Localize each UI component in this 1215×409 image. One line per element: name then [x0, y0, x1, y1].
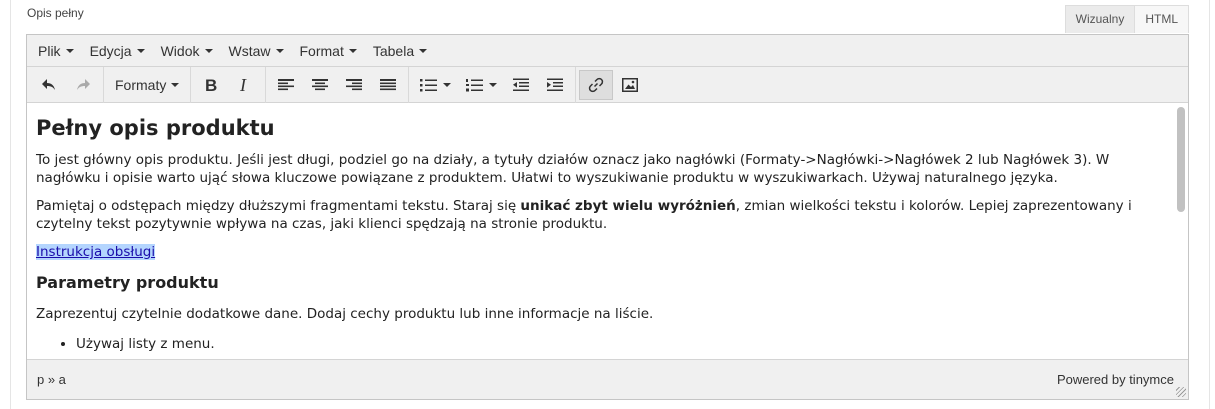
align-justify-icon: [380, 78, 397, 90]
align-center-icon: [312, 78, 329, 90]
caret-down-icon: [204, 48, 213, 53]
bold-text: unikać zbyt wielu wyróżnień: [520, 198, 736, 214]
list-item: Używaj listy z menu.: [76, 335, 1158, 353]
menu-view[interactable]: Widok: [153, 37, 221, 65]
redo-button[interactable]: [66, 70, 100, 100]
content-paragraph: To jest główny opis produktu. Jeśli jest…: [36, 152, 1110, 186]
link-button[interactable]: [579, 69, 614, 100]
content-heading: Pełny opis produktu: [36, 116, 275, 140]
resize-handle-icon[interactable]: [1176, 387, 1186, 397]
caret-down-icon: [488, 82, 497, 87]
element-path[interactable]: p » a: [37, 372, 66, 387]
menu-file[interactable]: Plik: [30, 37, 82, 65]
manual-link[interactable]: Instrukcja obsługi: [36, 244, 156, 260]
menu-file-label: Plik: [38, 42, 61, 59]
italic-icon: I: [239, 77, 247, 93]
content-paragraph: Zaprezentuj czytelnie dodatkowe dane. Do…: [36, 306, 654, 322]
align-right-button[interactable]: [337, 70, 371, 100]
numbered-list-button[interactable]: [458, 70, 504, 100]
menu-view-label: Widok: [160, 42, 200, 59]
italic-button[interactable]: I: [228, 70, 262, 100]
paragraph-text: Pamiętaj o odstępach między dłuższymi fr…: [36, 198, 521, 214]
content-paragraph: Instrukcja obsługi: [36, 243, 1158, 261]
editor-content[interactable]: Pełny opis produktu To jest główny opis …: [27, 103, 1188, 361]
undo-icon: [42, 78, 55, 90]
insert-group: [576, 67, 650, 103]
align-center-button[interactable]: [303, 70, 337, 100]
menu-edit[interactable]: Edycja: [82, 37, 153, 65]
link-icon: [589, 77, 604, 92]
bold-button[interactable]: B: [194, 70, 228, 100]
tab-html[interactable]: HTML: [1135, 5, 1189, 33]
toolbar: Formaty B I: [27, 66, 1188, 103]
formats-label: Formaty: [115, 76, 167, 93]
caret-down-icon: [275, 48, 284, 53]
caret-down-icon: [65, 48, 74, 53]
formats-dropdown[interactable]: Formaty: [107, 70, 187, 100]
menu-format[interactable]: Format: [292, 37, 365, 65]
powered-by[interactable]: Powered by tinymce: [1057, 372, 1174, 387]
align-justify-button[interactable]: [371, 70, 405, 100]
style-group: B I: [191, 66, 267, 103]
align-group: [266, 66, 410, 103]
tab-visual[interactable]: Wizualny: [1064, 5, 1136, 33]
caret-down-icon: [419, 48, 428, 53]
undo-button[interactable]: [32, 70, 66, 100]
outdent-button[interactable]: [504, 70, 538, 100]
svg-text:I: I: [239, 77, 247, 93]
bullet-list-icon: [419, 78, 437, 91]
rich-text-editor: Plik Edycja Widok Wstaw Format Tabela Fo…: [26, 34, 1189, 400]
image-icon: [622, 77, 639, 92]
caret-down-icon: [136, 48, 145, 53]
editor-mode-tabs: Wizualny HTML: [1064, 5, 1189, 33]
align-left-icon: [278, 78, 295, 90]
caret-down-icon: [442, 82, 451, 87]
caret-down-icon: [171, 82, 180, 87]
align-right-icon: [346, 78, 363, 90]
menu-table[interactable]: Tabela: [365, 37, 435, 65]
formats-group: Formaty: [104, 66, 192, 103]
align-left-button[interactable]: [269, 70, 303, 100]
outdent-icon: [513, 78, 530, 91]
history-group: [29, 66, 104, 103]
statusbar: p » a Powered by tinymce: [27, 359, 1188, 399]
redo-icon: [77, 78, 90, 90]
image-button[interactable]: [613, 70, 647, 100]
numbered-list-icon: [465, 78, 483, 91]
content-subheading: Parametry produktu: [36, 273, 219, 292]
menu-insert-label: Wstaw: [228, 42, 271, 59]
indent-icon: [547, 78, 564, 91]
menubar: Plik Edycja Widok Wstaw Format Tabela: [27, 35, 1188, 67]
field-label: Opis pełny: [27, 6, 84, 20]
content-list: Używaj listy z menu.: [36, 335, 1158, 353]
caret-down-icon: [348, 48, 357, 53]
content-scrollbar[interactable]: [1177, 107, 1185, 212]
menu-format-label: Format: [299, 42, 344, 59]
bullet-list-button[interactable]: [412, 70, 458, 100]
content-paragraph: Pamiętaj o odstępach między dłuższymi fr…: [36, 197, 1158, 233]
indent-button[interactable]: [538, 70, 572, 100]
menu-table-label: Tabela: [372, 42, 415, 59]
menu-edit-label: Edycja: [89, 42, 132, 59]
bold-icon: B: [205, 77, 217, 93]
menu-insert[interactable]: Wstaw: [221, 37, 292, 65]
list-group: [409, 66, 577, 103]
svg-text:B: B: [205, 77, 217, 93]
